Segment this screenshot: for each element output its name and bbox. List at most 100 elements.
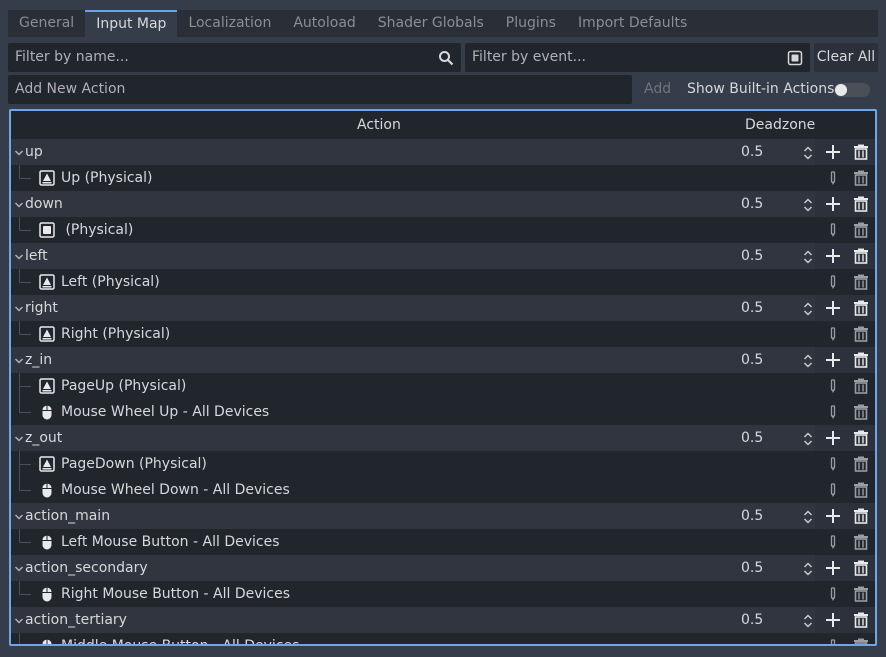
input-map-tree[interactable]: Action Deadzone up 0.5 Up (Physical) down 0.… bbox=[9, 109, 877, 646]
remove-event-icon[interactable] bbox=[853, 534, 869, 550]
spinner-arrows-icon[interactable] bbox=[803, 612, 813, 628]
add-event-icon[interactable] bbox=[825, 196, 841, 212]
deadzone-spinbox[interactable]: 0.5 bbox=[735, 425, 815, 451]
remove-event-icon[interactable] bbox=[853, 638, 869, 644]
spinner-arrows-icon[interactable] bbox=[803, 430, 813, 446]
event-row[interactable]: Middle Mouse Button - All Devices bbox=[11, 633, 875, 644]
remove-action-icon[interactable] bbox=[853, 300, 869, 316]
event-row[interactable]: Right Mouse Button - All Devices bbox=[11, 581, 875, 607]
edit-event-icon[interactable] bbox=[825, 482, 841, 498]
chevron-down-icon[interactable] bbox=[14, 198, 24, 208]
edit-event-icon[interactable] bbox=[825, 456, 841, 472]
remove-action-icon[interactable] bbox=[853, 248, 869, 264]
remove-event-icon[interactable] bbox=[853, 404, 869, 420]
tab-autoload[interactable]: Autoload bbox=[282, 10, 366, 37]
edit-event-icon[interactable] bbox=[825, 404, 841, 420]
tab-plugins[interactable]: Plugins bbox=[495, 10, 567, 37]
add-event-icon[interactable] bbox=[825, 248, 841, 264]
tab-import-defaults[interactable]: Import Defaults bbox=[567, 10, 698, 37]
edit-event-icon[interactable] bbox=[825, 534, 841, 550]
filter-by-event-input[interactable]: Filter by event... bbox=[465, 43, 810, 72]
chevron-down-icon[interactable] bbox=[14, 614, 24, 624]
deadzone-spinbox[interactable]: 0.5 bbox=[735, 607, 815, 633]
spinner-arrows-icon[interactable] bbox=[803, 196, 813, 212]
remove-action-icon[interactable] bbox=[853, 352, 869, 368]
add-action-button[interactable]: Add bbox=[644, 75, 671, 104]
chevron-down-icon[interactable] bbox=[14, 146, 24, 156]
action-row[interactable]: down 0.5 bbox=[11, 191, 875, 217]
edit-event-icon[interactable] bbox=[825, 638, 841, 644]
event-row[interactable]: Left (Physical) bbox=[11, 269, 875, 295]
spinner-arrows-icon[interactable] bbox=[803, 560, 813, 576]
action-row[interactable]: left 0.5 bbox=[11, 243, 875, 269]
chevron-down-icon[interactable] bbox=[14, 510, 24, 520]
event-row[interactable]: Mouse Wheel Down - All Devices bbox=[11, 477, 875, 503]
remove-action-icon[interactable] bbox=[853, 508, 869, 524]
event-row[interactable]: Mouse Wheel Up - All Devices bbox=[11, 399, 875, 425]
action-row[interactable]: z_out 0.5 bbox=[11, 425, 875, 451]
tab-general[interactable]: General bbox=[8, 10, 85, 37]
remove-action-icon[interactable] bbox=[853, 612, 869, 628]
action-row[interactable]: action_main 0.5 bbox=[11, 503, 875, 529]
edit-event-icon[interactable] bbox=[825, 222, 841, 238]
action-row[interactable]: right 0.5 bbox=[11, 295, 875, 321]
deadzone-spinbox[interactable]: 0.5 bbox=[735, 191, 815, 217]
action-row[interactable]: action_tertiary 0.5 bbox=[11, 607, 875, 633]
deadzone-spinbox[interactable]: 0.5 bbox=[735, 503, 815, 529]
remove-event-icon[interactable] bbox=[853, 586, 869, 602]
filter-by-name-input[interactable]: Filter by name... bbox=[8, 43, 461, 72]
remove-action-icon[interactable] bbox=[853, 430, 869, 446]
spinner-arrows-icon[interactable] bbox=[803, 144, 813, 160]
spinner-arrows-icon[interactable] bbox=[803, 248, 813, 264]
add-event-icon[interactable] bbox=[825, 144, 841, 160]
chevron-down-icon[interactable] bbox=[14, 302, 24, 312]
chevron-down-icon[interactable] bbox=[14, 562, 24, 572]
chevron-down-icon[interactable] bbox=[14, 432, 24, 442]
deadzone-spinbox[interactable]: 0.5 bbox=[735, 139, 815, 165]
add-event-icon[interactable] bbox=[825, 430, 841, 446]
edit-event-icon[interactable] bbox=[825, 378, 841, 394]
edit-event-icon[interactable] bbox=[825, 274, 841, 290]
remove-event-icon[interactable] bbox=[853, 222, 869, 238]
add-event-icon[interactable] bbox=[825, 612, 841, 628]
deadzone-spinbox[interactable]: 0.5 bbox=[735, 295, 815, 321]
remove-event-icon[interactable] bbox=[853, 482, 869, 498]
deadzone-spinbox[interactable]: 0.5 bbox=[735, 243, 815, 269]
event-row[interactable]: Right (Physical) bbox=[11, 321, 875, 347]
remove-action-icon[interactable] bbox=[853, 144, 869, 160]
tab-localization[interactable]: Localization bbox=[177, 10, 282, 37]
add-event-icon[interactable] bbox=[825, 300, 841, 316]
event-row[interactable]: PageDown (Physical) bbox=[11, 451, 875, 477]
add-event-icon[interactable] bbox=[825, 352, 841, 368]
chevron-down-icon[interactable] bbox=[14, 354, 24, 364]
tab-shader-globals[interactable]: Shader Globals bbox=[367, 10, 495, 37]
chevron-down-icon[interactable] bbox=[14, 250, 24, 260]
remove-event-icon[interactable] bbox=[853, 274, 869, 290]
clear-all-button[interactable]: Clear All bbox=[814, 43, 878, 72]
spinner-arrows-icon[interactable] bbox=[803, 508, 813, 524]
spinner-arrows-icon[interactable] bbox=[803, 352, 813, 368]
edit-event-icon[interactable] bbox=[825, 586, 841, 602]
remove-event-icon[interactable] bbox=[853, 378, 869, 394]
add-new-action-input[interactable]: Add New Action bbox=[8, 75, 632, 104]
deadzone-spinbox[interactable]: 0.5 bbox=[735, 347, 815, 373]
spinner-arrows-icon[interactable] bbox=[803, 300, 813, 316]
show-builtin-actions-toggle[interactable] bbox=[834, 83, 870, 97]
tab-input-map[interactable]: Input Map bbox=[85, 10, 178, 37]
action-row[interactable]: up 0.5 bbox=[11, 139, 875, 165]
event-row[interactable]: (Physical) bbox=[11, 217, 875, 243]
event-row[interactable]: PageUp (Physical) bbox=[11, 373, 875, 399]
edit-event-icon[interactable] bbox=[825, 170, 841, 186]
remove-event-icon[interactable] bbox=[853, 456, 869, 472]
add-event-icon[interactable] bbox=[825, 560, 841, 576]
action-row[interactable]: z_in 0.5 bbox=[11, 347, 875, 373]
remove-action-icon[interactable] bbox=[853, 196, 869, 212]
deadzone-spinbox[interactable]: 0.5 bbox=[735, 555, 815, 581]
remove-event-icon[interactable] bbox=[853, 170, 869, 186]
event-row[interactable]: Left Mouse Button - All Devices bbox=[11, 529, 875, 555]
keyboard-listen-icon[interactable] bbox=[787, 50, 803, 66]
action-row[interactable]: action_secondary 0.5 bbox=[11, 555, 875, 581]
add-event-icon[interactable] bbox=[825, 508, 841, 524]
remove-event-icon[interactable] bbox=[853, 326, 869, 342]
edit-event-icon[interactable] bbox=[825, 326, 841, 342]
